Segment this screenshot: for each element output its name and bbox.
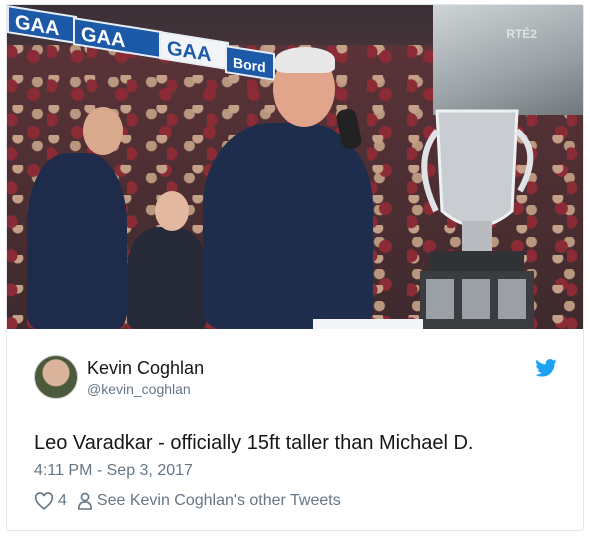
author-avatar[interactable] xyxy=(34,355,78,399)
like-count: 4 xyxy=(58,492,67,509)
heart-icon[interactable] xyxy=(34,492,54,510)
other-tweets-link[interactable]: See Kevin Coghlan's other Tweets xyxy=(97,492,341,510)
person-speaker xyxy=(203,123,373,329)
tweet-actions: 4 See Kevin Coghlan's other Tweets xyxy=(34,492,341,510)
person-middle xyxy=(127,227,207,329)
person-left-head xyxy=(83,107,123,155)
tv-logo: RTÉ2 xyxy=(506,27,537,41)
stadium-roof xyxy=(433,5,583,115)
twitter-bird-icon[interactable] xyxy=(535,359,557,377)
person-icon xyxy=(77,492,93,510)
author-name[interactable]: Kevin Coghlan xyxy=(87,358,204,379)
tweet-timestamp[interactable]: 4:11 PM - Sep 3, 2017 xyxy=(34,462,193,480)
person-left xyxy=(27,153,127,329)
person-speaker-hair xyxy=(275,47,335,73)
tweet-text: Leo Varadkar - officially 15ft taller th… xyxy=(34,432,474,454)
banner-gaa-1: GAA xyxy=(7,5,77,45)
tweet-card: RTÉ2 GAA GAA GAA Bord Kevin Coghlan @kev… xyxy=(6,4,584,531)
tweet-photo[interactable]: RTÉ2 GAA GAA GAA Bord xyxy=(7,5,583,329)
person-middle-head xyxy=(155,191,189,231)
tweet-body: Kevin Coghlan @kevin_coghlan Leo Varadka… xyxy=(7,329,583,530)
author-handle[interactable]: @kevin_coghlan xyxy=(87,381,191,397)
trophy-image xyxy=(420,109,534,329)
podium-edge xyxy=(313,319,423,329)
